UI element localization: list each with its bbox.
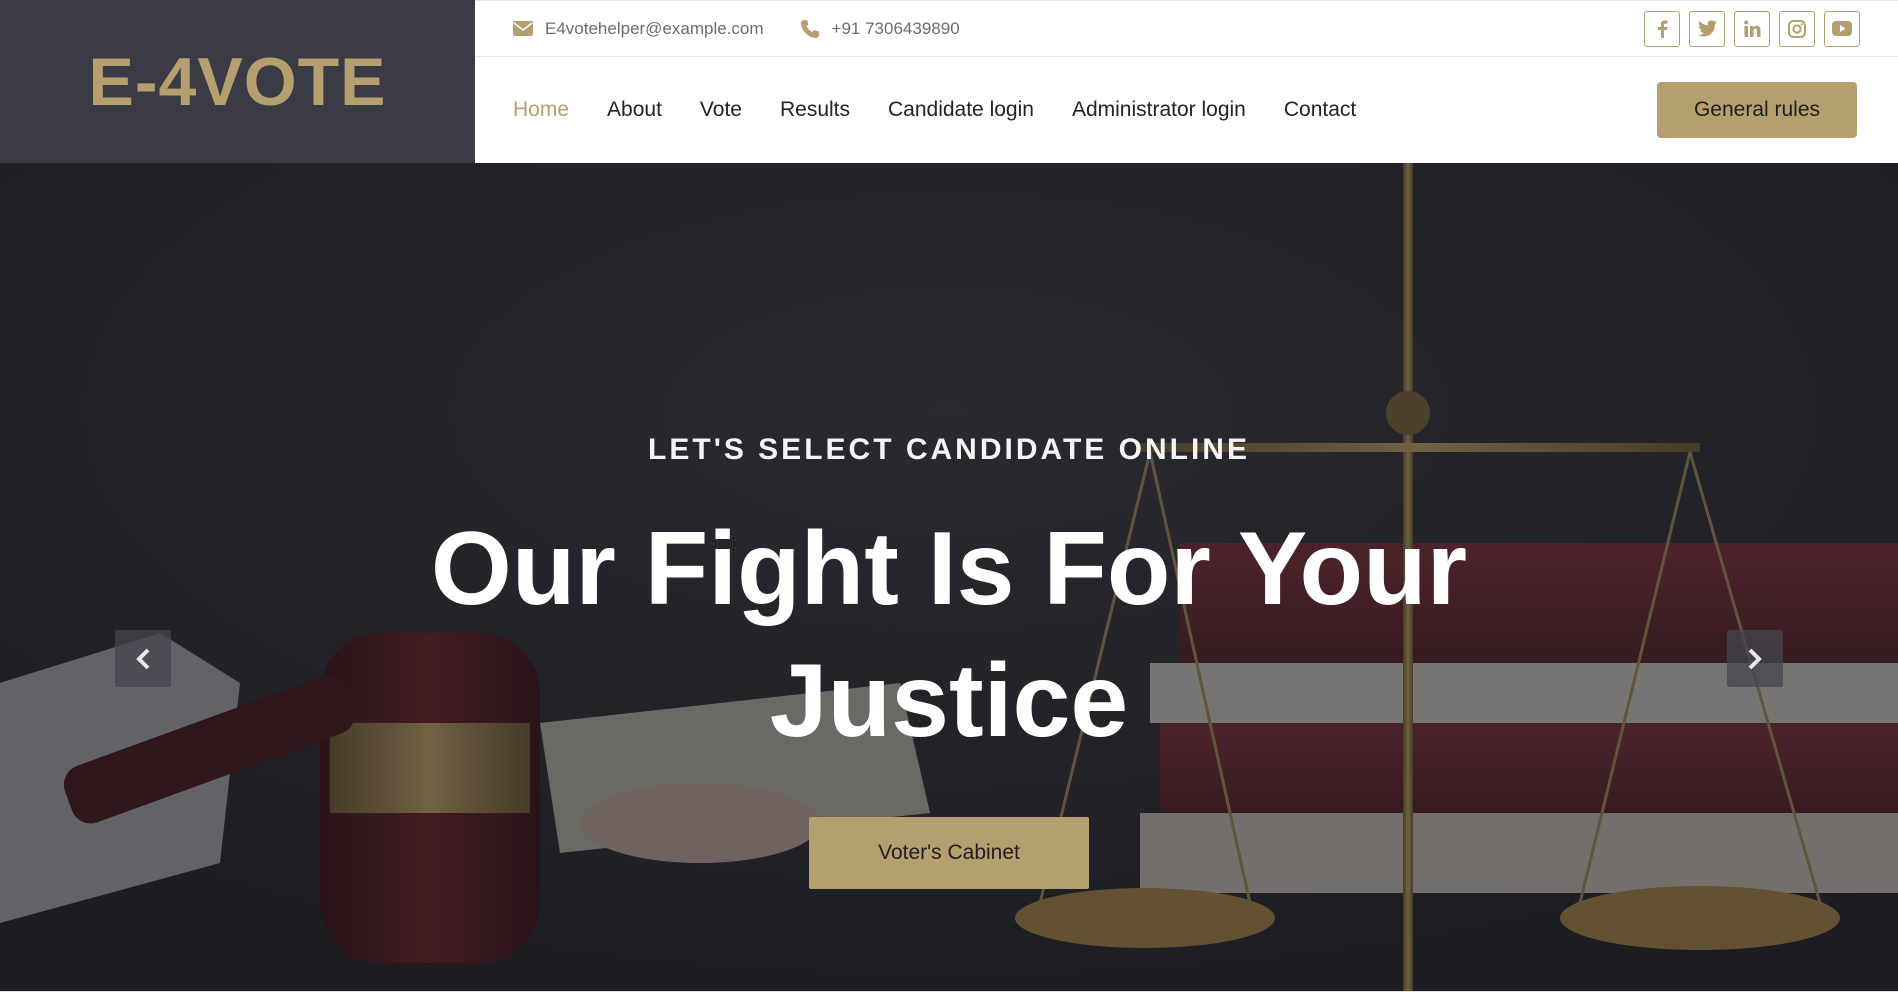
nav-item-candidate-login[interactable]: Candidate login: [888, 98, 1034, 122]
instagram-button[interactable]: [1779, 10, 1815, 47]
voters-cabinet-button[interactable]: Voter's Cabinet: [809, 817, 1089, 889]
site-logo[interactable]: E-4VOTE: [89, 43, 387, 121]
email-text: E4votehelper@example.com: [545, 18, 764, 38]
nav-item-results[interactable]: Results: [780, 98, 850, 122]
youtube-button[interactable]: [1824, 10, 1860, 47]
social-links: [1644, 10, 1860, 47]
linkedin-button[interactable]: [1734, 10, 1770, 47]
top-contact-bar: E4votehelper@example.com +91 7306439890: [475, 0, 1898, 57]
carousel-prev-button[interactable]: [115, 630, 171, 687]
nav-item-about[interactable]: About: [607, 98, 662, 122]
main-navbar: Home About Vote Results Candidate login …: [475, 57, 1898, 163]
twitter-icon: [1698, 20, 1717, 37]
nav-item-home[interactable]: Home: [513, 98, 569, 122]
nav-item-vote[interactable]: Vote: [700, 98, 742, 122]
chevron-left-icon: [136, 648, 150, 669]
nav-item-contact[interactable]: Contact: [1284, 98, 1356, 122]
linkedin-icon: [1743, 20, 1760, 37]
brand-block: E-4VOTE: [0, 0, 475, 163]
chevron-right-icon: [1748, 648, 1762, 669]
facebook-button[interactable]: [1644, 10, 1680, 47]
twitter-button[interactable]: [1689, 10, 1725, 47]
phone-text: +91 7306439890: [831, 18, 960, 38]
hero-kicker: LET'S SELECT CANDIDATE ONLINE: [648, 433, 1250, 466]
phone-contact[interactable]: +91 7306439890: [800, 19, 960, 39]
youtube-icon: [1832, 21, 1852, 36]
email-contact[interactable]: E4votehelper@example.com: [513, 19, 764, 39]
hero-content: LET'S SELECT CANDIDATE ONLINE Our Fight …: [0, 433, 1898, 889]
phone-icon: [800, 19, 819, 38]
nav-item-administrator-login[interactable]: Administrator login: [1072, 98, 1246, 122]
carousel-next-button[interactable]: [1727, 630, 1783, 687]
hero-carousel: LET'S SELECT CANDIDATE ONLINE Our Fight …: [0, 163, 1898, 991]
general-rules-button[interactable]: General rules: [1657, 82, 1857, 138]
facebook-icon: [1658, 20, 1668, 38]
instagram-icon: [1788, 19, 1806, 38]
envelope-icon: [513, 21, 533, 36]
hero-title: Our Fight Is For Your Justice: [430, 511, 1468, 759]
